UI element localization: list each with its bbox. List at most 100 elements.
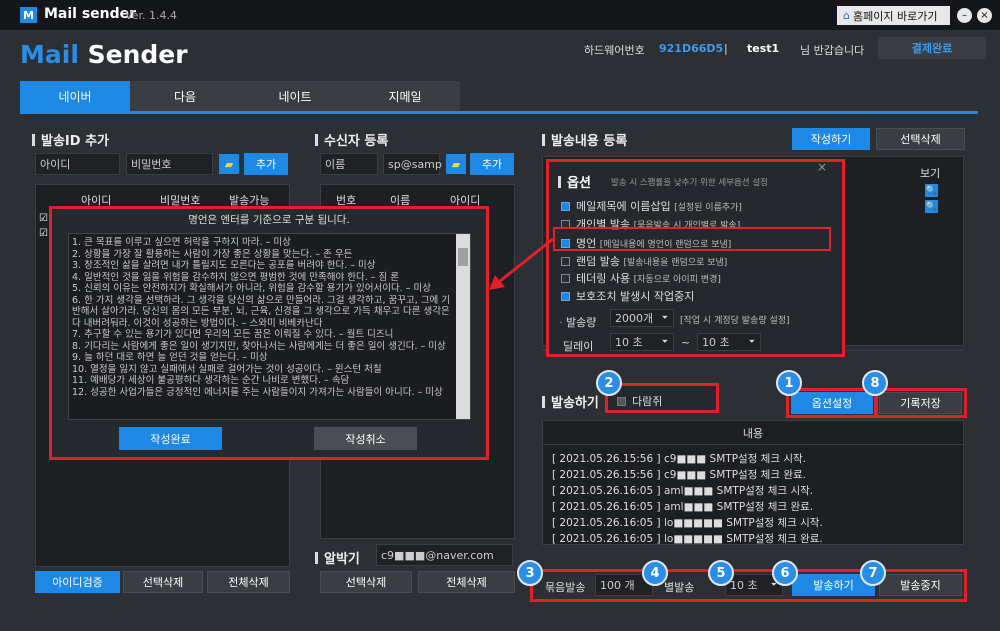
tab-naver[interactable]: 네이버 (20, 81, 130, 111)
id-input[interactable]: 아이디 (35, 153, 120, 175)
write-button[interactable]: 작성하기 (792, 128, 870, 150)
amount-select[interactable]: 2000개 (610, 309, 674, 327)
tab-underline (20, 111, 978, 114)
amount-label-text: 발송량 (566, 316, 597, 329)
badge-8: 8 (862, 370, 888, 396)
amount-label: · 발송량 (559, 316, 597, 329)
search-icon[interactable]: 🔍 (925, 200, 938, 213)
sender-id-title: 발송ID 추가 (32, 130, 109, 149)
add-recipient-button[interactable]: 추가 (470, 153, 514, 175)
checkbox-icon[interactable] (561, 202, 570, 211)
badge-3: 3 (517, 560, 543, 586)
app-version: Ver. 1.4.4 (125, 9, 177, 22)
quote-text[interactable]: 1. 큰 목표를 이루고 싶으면 허락을 구하지 마라. – 미상 2. 상황을… (69, 234, 470, 401)
checkbox-icon[interactable] (617, 397, 626, 406)
option-name-insert[interactable]: 메일제목에 이름삽입 [설정된 이름추가] (561, 198, 742, 214)
quote-option-highlight (553, 227, 831, 251)
delete-selected-recipient-button[interactable]: 선택삭제 (320, 571, 412, 593)
log-row: [ 2021.05.26.15:56 ] c9■■■ SMTP설정 체크 시작. (552, 453, 806, 465)
save-record-button[interactable]: 기록저장 (879, 392, 962, 414)
badge-6: 6 (772, 560, 798, 586)
tab-daum[interactable]: 다음 (130, 81, 240, 111)
log-header: 내용 (542, 421, 964, 445)
quote-complete-button[interactable]: 작성완료 (119, 427, 222, 450)
option-setting-button[interactable]: 옵션설정 (791, 392, 873, 414)
close-button[interactable]: × (977, 8, 992, 23)
recipient-name-input[interactable]: 이름 (320, 153, 378, 175)
badge-4: 4 (642, 560, 668, 586)
option-label: 메일제목에 이름삽입 (576, 200, 671, 213)
user-name: test1 (747, 42, 780, 55)
row-checkbox-icon[interactable]: ☑ (39, 228, 48, 239)
password-input[interactable]: 비밀번호 (126, 153, 213, 175)
option-random-send[interactable]: 랜덤 발송 [발송내용을 랜덤으로 보냄] (561, 253, 727, 269)
tab-gmail[interactable]: 지메일 (350, 81, 460, 111)
folder-icon[interactable]: ▰ (219, 154, 239, 174)
alarm-title: 알박기 (315, 548, 360, 567)
badge-1: 1 (776, 370, 802, 396)
add-id-button[interactable]: 추가 (244, 153, 288, 175)
close-icon[interactable]: × (817, 160, 827, 174)
delay-to-select[interactable]: 10 초 (697, 333, 761, 351)
log-list: [ 2021.05.26.15:56 ] c9■■■ SMTP설정 체크 시작. … (552, 451, 823, 547)
badge-5: 5 (708, 560, 734, 586)
stop-send-button[interactable]: 발송중지 (879, 574, 962, 596)
log-row: [ 2021.05.26.16:05 ] aml■■■ SMTP설정 체크 시작. (552, 485, 814, 497)
delete-all-recipient-button[interactable]: 전체삭제 (418, 571, 515, 593)
scrollbar-thumb[interactable] (458, 248, 468, 266)
brand-title: Mail Sender (20, 40, 188, 69)
badge-2: 2 (596, 370, 622, 396)
delay-label: 딜레이 (563, 340, 594, 353)
homepage-button[interactable]: ⌂ 홈페이지 바로가기 (837, 6, 950, 25)
app-name: Mail sender (44, 6, 137, 22)
greeting: 님 반갑습니다 (800, 44, 865, 57)
quote-cancel-button[interactable]: 작성취소 (314, 427, 417, 450)
search-icon[interactable]: 🔍 (925, 184, 938, 197)
app-logo-icon: M (20, 7, 37, 23)
send-title: 발송하기 (542, 392, 599, 411)
tab-nate[interactable]: 네이트 (240, 81, 350, 111)
hw-value: 921D66D5 (659, 42, 724, 55)
payment-status: 결제완료 (878, 37, 986, 59)
brand-mail: Mail (20, 40, 79, 69)
arrow-icon (489, 237, 554, 290)
brand-sender: Sender (87, 40, 188, 69)
log-row: [ 2021.05.26.16:05 ] aml■■■ SMTP설정 체크 완료. (552, 501, 814, 513)
option-desc: [자동으로 아이피 변경] (633, 275, 721, 285)
minimize-button[interactable]: – (957, 8, 972, 23)
content-title: 발송내용 등록 (542, 130, 627, 149)
separate-send-label: 별발송 (664, 581, 695, 594)
option-tethering[interactable]: 테더링 사용 [자동으로 아이피 변경] (561, 270, 721, 286)
recipient-title: 수신자 등록 (315, 130, 388, 149)
delete-all-id-button[interactable]: 전체삭제 (207, 571, 290, 593)
options-title: 옵션 (558, 172, 591, 191)
recipient-email-input[interactable]: sp@samp (383, 153, 442, 175)
bundle-label: 묶음발송 (545, 581, 586, 594)
col-view: 보기 (920, 167, 941, 180)
hw-label: 하드웨어번호 (584, 44, 645, 57)
alarm-email-input[interactable]: c9■■■@naver.com (376, 544, 513, 566)
quote-dialog-title: 명언은 엔터를 기준으로 구분 됩니다. (188, 214, 350, 226)
verify-id-button[interactable]: 아이디검증 (35, 571, 120, 593)
option-label: 보호조치 발생시 작업중지 (576, 290, 695, 303)
delete-selected-id-button[interactable]: 선택삭제 (123, 571, 203, 593)
options-subtitle: 발송 시 스팸률을 낮추기 위한 세부옵션 설정 (611, 178, 768, 188)
homepage-button-label: 홈페이지 바로가기 (852, 9, 938, 23)
option-desc: [설정된 이름추가] (674, 203, 742, 213)
quote-textarea[interactable]: 1. 큰 목표를 이루고 싶으면 허락을 구하지 마라. – 미상 2. 상황을… (68, 233, 471, 420)
daram-checkbox[interactable]: 다람쥐 (617, 393, 662, 409)
folder-icon[interactable]: ▰ (446, 154, 466, 174)
badge-7: 7 (860, 560, 886, 586)
daram-label: 다람쥐 (632, 395, 663, 408)
option-label: 랜덤 발송 (576, 255, 620, 268)
option-desc: [발송내용을 랜덤으로 보냄] (623, 258, 728, 268)
delay-from-select[interactable]: 10 초 (610, 333, 674, 351)
delete-selected-content-button[interactable]: 선택삭제 (876, 128, 965, 150)
option-stop-on-protect[interactable]: 보호조치 발생시 작업중지 (561, 288, 694, 304)
log-row: [ 2021.05.26.15:56 ] c9■■■ SMTP설정 체크 완료. (552, 469, 806, 481)
home-icon: ⌂ (843, 9, 850, 22)
header-separator: | (724, 42, 728, 55)
row-checkbox-icon[interactable]: ☑ (39, 213, 48, 224)
delay-tilde: ~ (681, 336, 691, 349)
log-row: [ 2021.05.26.16:05 ] lo■■■■■ SMTP설정 체크 시작… (552, 517, 823, 529)
